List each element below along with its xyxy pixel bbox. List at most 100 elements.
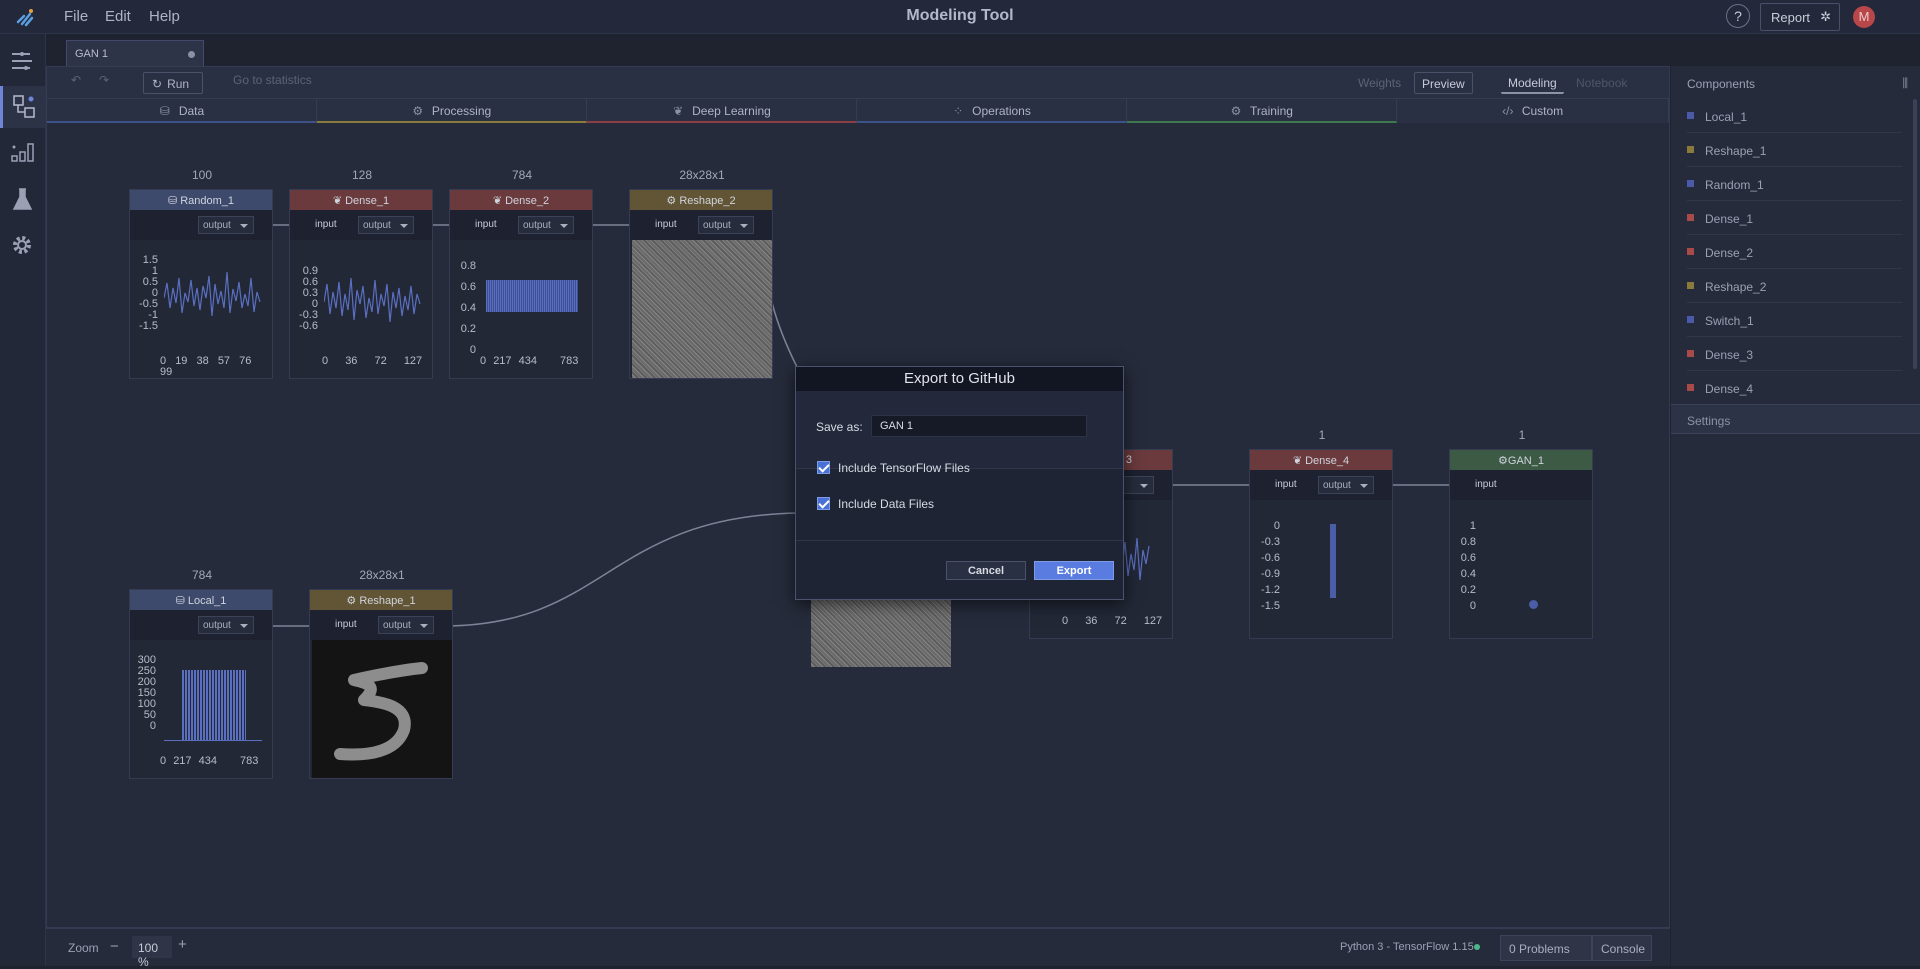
save-as-row: Save as:	[796, 391, 1123, 469]
report-button[interactable]: Report ✲	[1760, 3, 1840, 31]
component-color-swatch	[1687, 112, 1694, 119]
output-bar	[1330, 524, 1336, 598]
include-tensorflow-checkbox[interactable]	[817, 461, 830, 474]
node-reshape-2[interactable]: 28x28x1 ⚙ Reshape_2 input output	[629, 168, 773, 379]
node-header[interactable]: ⚙GAN_1	[1450, 450, 1592, 470]
model-graph-icon	[13, 95, 35, 118]
input-port[interactable]: input	[335, 619, 357, 630]
input-port[interactable]: input	[655, 219, 677, 230]
node-preview-chart: 1 0.8 0.6 0.4 0.2 0	[1450, 500, 1592, 638]
top-menu-bar: File Edit Help Modeling Tool ? Report ✲ …	[0, 0, 1920, 34]
output-port-select[interactable]: output	[198, 616, 254, 634]
user-avatar[interactable]: M	[1853, 6, 1875, 28]
node-local-1[interactable]: 784 ⛁ Local_1 output 300 250 200 150 100 50 0 …	[129, 568, 273, 779]
component-item[interactable]: Dense_1	[1687, 201, 1902, 235]
menu-edit[interactable]: Edit	[105, 8, 131, 25]
component-item[interactable]: Local_1	[1687, 99, 1902, 133]
component-item[interactable]: Reshape_2	[1687, 269, 1902, 303]
node-header[interactable]: ❦ Dense_4	[1250, 450, 1392, 470]
node-header[interactable]: ⛁ Random_1	[130, 190, 272, 210]
include-tensorflow-label[interactable]: Include TensorFlow Files	[838, 461, 970, 475]
node-header[interactable]: ⚙ Reshape_1	[310, 590, 452, 610]
database-icon: ⛁	[167, 195, 181, 207]
dense-activation-band	[486, 280, 578, 312]
wire-reshape1-switch	[442, 512, 798, 627]
close-dot-icon[interactable]	[188, 51, 195, 58]
node-random-1[interactable]: 100 ⛁ Random_1 output 1.5 1 0.5 0 -0.5 -1 -1.5…	[129, 168, 273, 379]
zoom-in-button[interactable]: +	[178, 936, 187, 953]
node-header[interactable]: ❦ Dense_2	[450, 190, 592, 210]
dense-activation-line	[324, 277, 421, 323]
output-port-select[interactable]: output	[378, 616, 434, 634]
node-dimension: 128	[351, 168, 373, 182]
components-panel: Components ⫼ Local_1 Reshape_1 Random_1 …	[1671, 66, 1920, 966]
rail-overview-button[interactable]	[0, 40, 45, 82]
zoom-value[interactable]: 100 %	[132, 936, 172, 969]
node-gan-1[interactable]: 1 ⚙GAN_1 input 1 0.8 0.6 0.4 0.2 0	[1449, 428, 1593, 639]
output-point	[1529, 600, 1538, 609]
settings-section[interactable]: Settings	[1671, 404, 1920, 434]
node-preview-chart: 0 -0.3 -0.6 -0.9 -1.2 -1.5	[1250, 500, 1392, 638]
cancel-button[interactable]: Cancel	[946, 561, 1026, 580]
node-dense-1[interactable]: 128 ❦ Dense_1 input output 0.9 0.6 0.3 0 -0.3…	[289, 168, 433, 379]
export-button[interactable]: Export	[1034, 561, 1114, 580]
node-dense-4[interactable]: 1 ❦ Dense_4 input output 0 -0.3 -0.6 -0.9 -1.…	[1249, 428, 1393, 639]
menu-help[interactable]: Help	[149, 8, 180, 25]
component-item[interactable]: Dense_4	[1687, 371, 1902, 405]
output-port-select[interactable]: output	[358, 216, 414, 234]
menu-file[interactable]: File	[64, 8, 88, 25]
brain-icon: ❦	[1292, 455, 1306, 467]
rail-modeling-button[interactable]	[0, 86, 45, 128]
help-button[interactable]: ?	[1726, 4, 1750, 28]
y-axis-labels: 0.9 0.6 0.3 0 -0.3 -0.6	[299, 265, 318, 332]
x-axis-labels: 0 36 72 127	[1062, 615, 1163, 627]
document-tab-gan1[interactable]: GAN 1	[66, 40, 204, 66]
database-icon: ⛁	[175, 595, 188, 607]
output-port-select[interactable]: output	[518, 216, 574, 234]
rail-statistics-button[interactable]	[0, 132, 45, 174]
node-title: Reshape_1	[359, 595, 416, 607]
node-reshape-1[interactable]: 28x28x1 ⚙ Reshape_1 input output	[309, 568, 453, 779]
input-port[interactable]: input	[475, 219, 497, 230]
zoom-out-button[interactable]: −	[110, 938, 119, 955]
noise-image	[632, 240, 772, 378]
list-flow-icon	[12, 52, 32, 70]
component-item[interactable]: Random_1	[1687, 167, 1902, 201]
kernel-status-dot	[1474, 944, 1480, 950]
input-port[interactable]: input	[315, 219, 337, 230]
node-header[interactable]: ⚙ Reshape_2	[630, 190, 772, 210]
output-port-select[interactable]: output	[698, 216, 754, 234]
component-item[interactable]: Dense_3	[1687, 337, 1902, 371]
node-dense-2[interactable]: 784 ❦ Dense_2 input output 0.8 0.6 0.4 0.2 0 …	[449, 168, 593, 379]
save-as-input[interactable]	[871, 415, 1087, 437]
node-preview-chart: 0.9 0.6 0.3 0 -0.3 -0.6 0 36 72 127	[290, 240, 432, 378]
component-item[interactable]: Reshape_1	[1687, 133, 1902, 167]
rail-settings-button[interactable]	[0, 224, 45, 266]
component-item[interactable]: Dense_2	[1687, 235, 1902, 269]
collapse-panel-icon[interactable]: ⫼	[1902, 76, 1908, 91]
input-port[interactable]: input	[1275, 479, 1297, 490]
document-tabs: GAN 1	[46, 34, 1920, 66]
scatter-icon	[11, 143, 34, 162]
component-color-swatch	[1687, 146, 1694, 153]
components-scrollbar[interactable]	[1913, 99, 1917, 369]
report-label: Report	[1771, 10, 1811, 25]
include-data-label[interactable]: Include Data Files	[838, 497, 934, 511]
console-button[interactable]: Console	[1592, 935, 1652, 961]
output-port-select[interactable]: output	[1318, 476, 1374, 494]
node-header[interactable]: ❦ Dense_1	[290, 190, 432, 210]
y-axis-labels: 300 250 200 150 100 50 0	[137, 654, 156, 732]
output-port-select[interactable]: output	[198, 216, 254, 234]
input-port[interactable]: input	[1475, 479, 1497, 490]
problems-button[interactable]: 0 Problems	[1500, 935, 1592, 961]
component-color-swatch	[1687, 316, 1694, 323]
include-data-checkbox[interactable]	[817, 497, 830, 510]
node-dimension: 784	[191, 568, 213, 582]
node-dimension: 28x28x1	[679, 168, 725, 182]
histogram-baseline	[164, 740, 262, 741]
node-preview-chart: 1.5 1 0.5 0 -0.5 -1 -1.5 0 19 38 57 76 99	[130, 240, 272, 378]
rail-test-button[interactable]	[0, 178, 45, 220]
node-header[interactable]: ⛁ Local_1	[130, 590, 272, 610]
y-axis-labels: 0.8 0.6 0.4 0.2 0	[460, 260, 476, 356]
component-item[interactable]: Switch_1	[1687, 303, 1902, 337]
